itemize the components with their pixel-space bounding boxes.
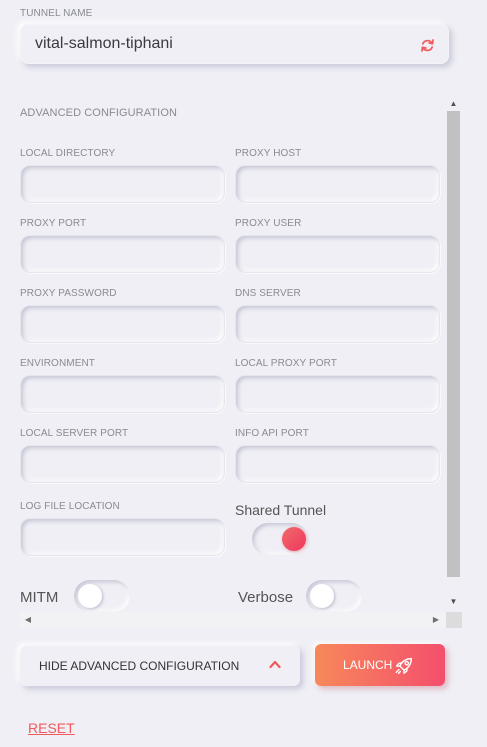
scroll-right-icon[interactable]: ▶ <box>428 612 444 628</box>
info-api-port-label: INFO API PORT <box>235 428 309 439</box>
launch-button[interactable]: LAUNCH <box>315 644 445 686</box>
verbose-toggle[interactable] <box>306 580 362 612</box>
proxy-password-field[interactable] <box>20 305 225 343</box>
log-file-location-label: LOG FILE LOCATION <box>20 501 120 512</box>
hide-advanced-config-label: HIDE ADVANCED CONFIGURATION <box>39 659 240 673</box>
shared-tunnel-label: Shared Tunnel <box>235 502 327 518</box>
launch-label: LAUNCH <box>343 658 393 672</box>
scroll-up-icon[interactable]: ▲ <box>446 97 461 111</box>
advanced-config-heading: ADVANCED CONFIGURATION <box>20 107 178 119</box>
proxy-password-label: PROXY PASSWORD <box>20 288 117 299</box>
local-directory-field[interactable] <box>20 165 225 203</box>
dns-server-field[interactable] <box>235 305 440 343</box>
proxy-port-label: PROXY PORT <box>20 218 87 229</box>
scroll-down-icon[interactable]: ▼ <box>446 595 461 609</box>
toggle-knob <box>282 527 306 551</box>
proxy-port-field[interactable] <box>20 235 225 273</box>
dns-server-input[interactable] <box>236 306 439 342</box>
info-api-port-input[interactable] <box>236 446 439 482</box>
toggle-knob <box>310 584 334 608</box>
environment-field[interactable] <box>20 375 225 413</box>
tunnel-name-field[interactable] <box>20 24 449 64</box>
proxy-host-input[interactable] <box>236 166 439 202</box>
hide-advanced-config-button[interactable]: HIDE ADVANCED CONFIGURATION <box>20 646 300 686</box>
local-server-port-input[interactable] <box>21 446 224 482</box>
toggle-knob <box>78 584 102 608</box>
mitm-toggle[interactable] <box>74 580 130 612</box>
proxy-host-label: PROXY HOST <box>235 148 302 159</box>
local-directory-label: LOCAL DIRECTORY <box>20 148 116 159</box>
horizontal-scrollbar[interactable]: ◀ ▶ <box>20 612 462 628</box>
environment-input[interactable] <box>21 376 224 412</box>
rocket-icon <box>395 657 413 675</box>
local-proxy-port-field[interactable] <box>235 375 440 413</box>
vertical-scrollbar[interactable]: ▲ ▼ <box>446 95 461 612</box>
tunnel-name-label: TUNNEL NAME <box>20 8 93 19</box>
dns-server-label: DNS SERVER <box>235 288 301 299</box>
local-server-port-field[interactable] <box>20 445 225 483</box>
tunnel-name-input[interactable] <box>21 25 448 63</box>
environment-label: ENVIRONMENT <box>20 358 95 369</box>
shared-tunnel-toggle[interactable] <box>252 523 308 555</box>
proxy-password-input[interactable] <box>21 306 224 342</box>
local-directory-input[interactable] <box>21 166 224 202</box>
scroll-left-icon[interactable]: ◀ <box>20 612 36 628</box>
proxy-user-input[interactable] <box>236 236 439 272</box>
proxy-user-field[interactable] <box>235 235 440 273</box>
verbose-label: Verbose <box>238 589 294 606</box>
proxy-user-label: PROXY USER <box>235 218 302 229</box>
scrollbar-thumb[interactable] <box>447 111 460 577</box>
chevron-up-icon <box>269 660 281 669</box>
reset-link[interactable]: RESET <box>28 720 75 736</box>
advanced-config-panel[interactable]: ADVANCED CONFIGURATION LOCAL DIRECTORY P… <box>0 95 462 628</box>
refresh-icon[interactable] <box>419 37 436 54</box>
log-file-location-field[interactable] <box>20 518 225 556</box>
local-proxy-port-label: LOCAL PROXY PORT <box>235 358 338 369</box>
mitm-label: MITM <box>20 589 59 606</box>
scrollbar-corner <box>446 612 462 628</box>
proxy-host-field[interactable] <box>235 165 440 203</box>
local-proxy-port-input[interactable] <box>236 376 439 412</box>
proxy-port-input[interactable] <box>21 236 224 272</box>
info-api-port-field[interactable] <box>235 445 440 483</box>
local-server-port-label: LOCAL SERVER PORT <box>20 428 129 439</box>
log-file-location-input[interactable] <box>21 519 224 555</box>
